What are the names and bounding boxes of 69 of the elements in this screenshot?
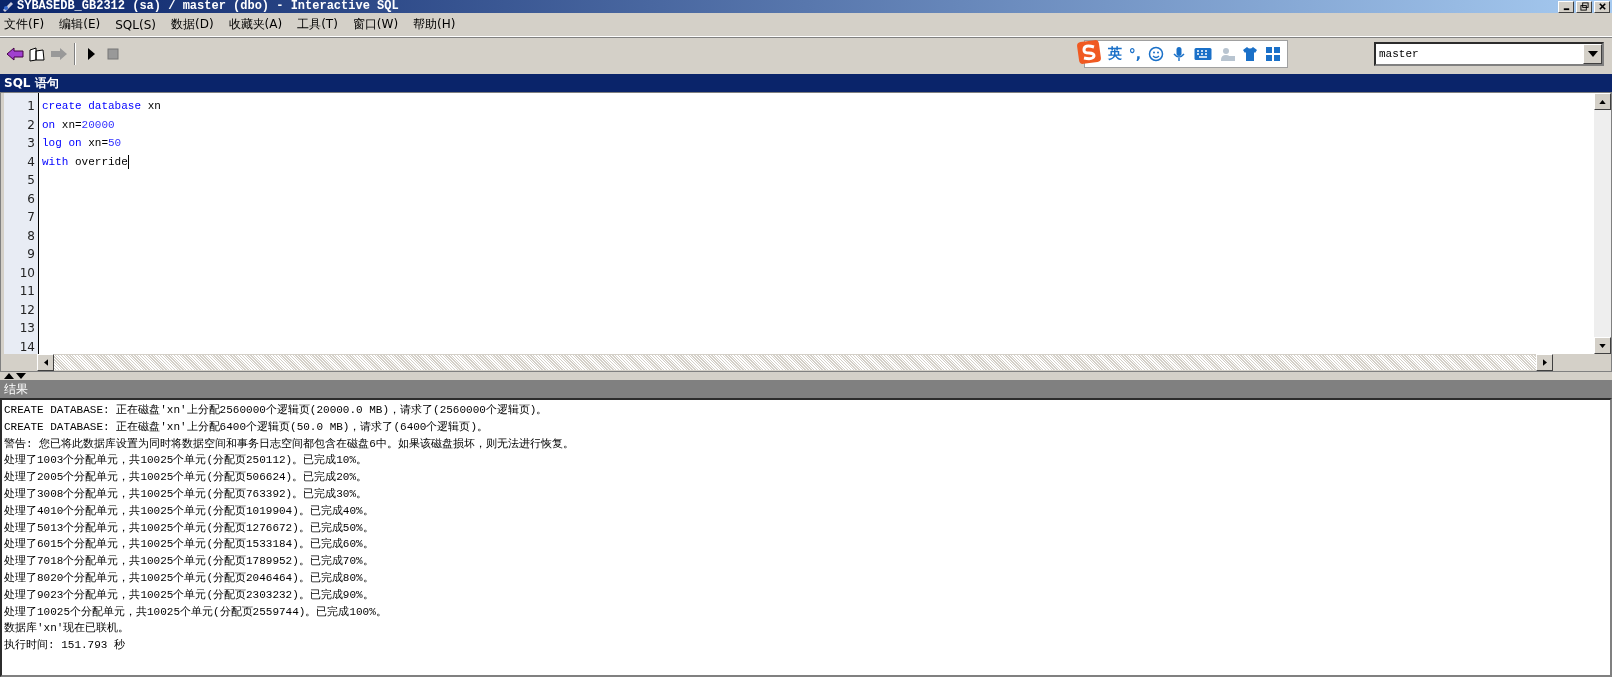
menu-item[interactable]: 收藏夹(A) xyxy=(228,16,283,33)
menu-item[interactable]: 文件(F) xyxy=(4,16,45,33)
result-message: CREATE DATABASE: 正在磁盘'xn'上分配6400个逻辑页(50.0 MB)，请求了(6400个逻辑页)。 xyxy=(4,419,490,435)
minimize-button[interactable] xyxy=(1558,0,1574,13)
menu-item[interactable]: 编辑(E) xyxy=(59,16,101,33)
result-message: 处理了7018个分配单元，共10025个单元(分配页1789952)。已完成70%。 xyxy=(4,554,375,570)
line-number: 8 xyxy=(27,227,36,245)
ime-language[interactable]: 英 xyxy=(1107,45,1122,63)
code-line: create database xn xyxy=(42,99,162,114)
scroll-left-icon xyxy=(43,359,48,366)
line-number: 1 xyxy=(27,98,36,115)
line-number: 5 xyxy=(27,172,36,189)
horizontal-scrollbar[interactable] xyxy=(1,354,1611,371)
result-message: 处理了3008个分配单元，共10025个单元(分配页763392)。已完成30%。 xyxy=(4,487,369,502)
panel-title: 结果 xyxy=(4,380,28,398)
line-number: 6 xyxy=(27,190,36,208)
result-message: 处理了5013个分配单元，共10025个单元(分配页1276672)。已完成50%。 xyxy=(4,520,375,536)
close-button[interactable] xyxy=(1594,0,1610,13)
grid-icon[interactable] xyxy=(1265,46,1281,62)
result-message: 处理了10025个分配单元，共10025个单元(分配页2559744)。已完成100%。 xyxy=(4,604,388,620)
caret-icon xyxy=(1587,51,1598,57)
result-message: 执行时间: 151.793 秒 xyxy=(4,638,126,654)
code-line: with override xyxy=(42,153,130,171)
microphone-icon[interactable] xyxy=(1171,46,1187,62)
book-icon[interactable] xyxy=(28,46,46,62)
back-arrow-icon[interactable] xyxy=(6,46,24,62)
app-icon xyxy=(2,0,14,13)
keyboard-icon[interactable] xyxy=(1194,47,1212,61)
code-line: log on xn=50 xyxy=(42,136,123,151)
line-number: 2 xyxy=(27,116,36,134)
line-number: 7 xyxy=(27,209,36,226)
result-message: 处理了6015个分配单元，共10025个单元(分配页1533184)。已完成60%。 xyxy=(4,537,375,553)
result-message: CREATE DATABASE: 正在磁盘'xn'上分配2560000个逻辑页(20000.0 MB)，请求了(2560000个逻辑页)。 xyxy=(4,403,549,418)
result-message: 警告: 您已将此数据库设置为同时将数据空间和事务日志空间都包含在磁盘6中。如果该磁盘损坏，则无法进行恢复。 xyxy=(4,436,575,452)
menu-item[interactable]: 数据(D) xyxy=(170,16,214,33)
result-message: 处理了9023个分配单元，共10025个单元(分配页2303232)。已完成90%。 xyxy=(4,587,375,603)
menu-item[interactable]: 工具(T) xyxy=(297,16,338,33)
splitter-arrows-icon[interactable] xyxy=(4,373,26,379)
line-number: 4 xyxy=(27,153,36,171)
line-number: 3 xyxy=(27,135,36,152)
line-number: 13 xyxy=(19,320,36,337)
scroll-up-icon xyxy=(1599,99,1606,104)
menu-item[interactable]: 窗口(W) xyxy=(352,16,399,33)
close-icon xyxy=(1597,2,1607,11)
vertical-scrollbar[interactable] xyxy=(1594,93,1611,354)
restore-button[interactable] xyxy=(1576,0,1592,13)
result-message: 数据库'xn'现在已联机。 xyxy=(4,621,131,637)
database-dropdown[interactable]: master xyxy=(1374,42,1604,66)
sql-editor[interactable]: 1 2 3 4 5 6 7 8 9 10 11 12 13 14 create database xn on xn=20000 log on xn=50 with override xyxy=(0,92,1612,372)
line-number: 14 xyxy=(19,338,36,354)
line-number: 10 xyxy=(19,264,36,282)
window-title: SYBASEDB_GB2312 (sa) / master (dbo) - Interactive SQL xyxy=(17,0,399,13)
menu-item[interactable]: SQL(S) xyxy=(115,17,156,32)
line-number: 12 xyxy=(19,301,36,319)
ime-punctuation[interactable]: °, xyxy=(1128,46,1141,62)
result-message: 处理了1003个分配单元，共10025个单元(分配页250112)。已完成10%。 xyxy=(4,453,369,469)
line-number: 9 xyxy=(27,246,36,263)
result-message: 处理了4010个分配单元，共10025个单元(分配页1019904)。已完成40%。 xyxy=(4,503,375,519)
menu-item[interactable]: 帮助(H) xyxy=(413,16,456,33)
line-number: 11 xyxy=(19,283,36,300)
restore-icon xyxy=(1579,2,1589,11)
scroll-down-icon xyxy=(1599,343,1606,348)
shirt-icon[interactable] xyxy=(1242,46,1258,62)
code-line: on xn=20000 xyxy=(42,117,116,133)
scroll-right-icon xyxy=(1542,359,1547,366)
result-message: 处理了8020个分配单元，共10025个单元(分配页2046464)。已完成80%。 xyxy=(4,570,375,586)
panel-title: SQL 语句 xyxy=(4,74,59,92)
result-message: 处理了2005个分配单元，共10025个单元(分配页506624)。已完成20%。 xyxy=(4,470,369,486)
smiley-icon[interactable] xyxy=(1148,46,1164,62)
